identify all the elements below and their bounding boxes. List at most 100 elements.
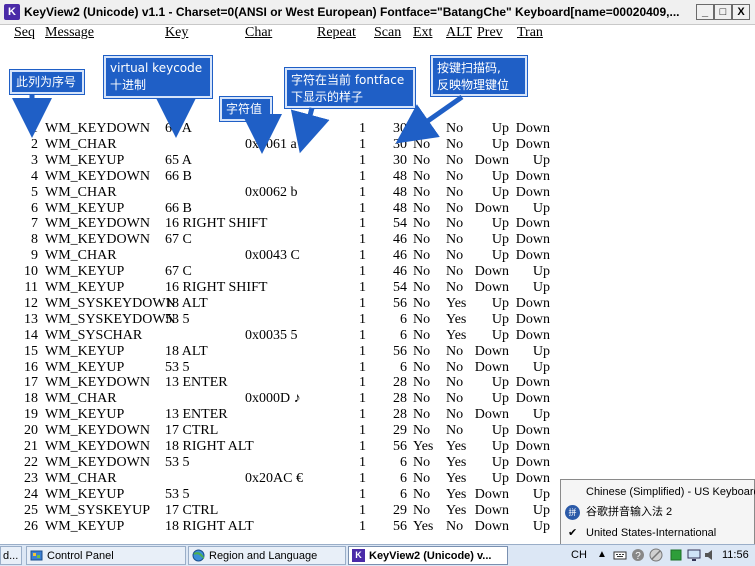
log-cell-tran: Up [532,343,550,359]
log-cell-msg: WM_KEYUP [45,343,125,359]
clock[interactable]: 11:56 [722,548,749,562]
log-row: 2 WM_CHAR 0x0061 a 1 30 No No Up Down [0,137,755,153]
log-cell-alt: No [446,264,464,280]
taskbar-button-control-panel[interactable]: Control Panel [26,546,186,565]
taskbar-button-keyview2[interactable]: K KeyView2 (Unicode) v... [348,546,508,565]
log-cell-seq: 23 [24,470,38,486]
log-cell-rep: 1 [359,136,366,152]
volume-icon[interactable] [703,548,717,562]
log-cell-alt: No [446,136,464,152]
log-cell-ext: No [413,327,431,343]
log-cell-tran: Up [532,200,550,216]
log-cell-msg: WM_KEYUP [45,359,125,375]
log-cell-seq: 10 [24,264,38,280]
log-cell-alt: Yes [446,502,467,518]
log-cell-ext: No [413,359,431,375]
log-cell-ext: No [413,295,431,311]
status-green-icon[interactable] [669,548,683,562]
log-row: 6 WM_KEYUP 66 B 1 48 No No Down Up [0,201,755,217]
log-cell-char: 0x0062 b [245,184,298,200]
language-indicator[interactable]: CH [571,548,587,562]
log-cell-alt: Yes [446,486,467,502]
taskbar-button-partial[interactable]: d... [0,546,22,565]
log-cell-tran: Down [515,136,550,152]
log-cell-alt: No [446,200,464,216]
log-cell-scan: 6 [400,486,407,502]
log-cell-prev: Down [474,280,509,295]
log-cell-scan: 28 [393,391,407,407]
log-cell-tran: Up [532,518,550,534]
help-icon[interactable]: ? [631,548,645,562]
log-cell-msg: WM_CHAR [45,248,117,264]
app-icon[interactable]: K [4,4,20,20]
minimize-button[interactable]: _ [696,4,714,20]
log-cell-rep: 1 [359,121,366,136]
log-cell-scan: 46 [393,264,407,280]
display-icon[interactable] [687,548,701,562]
log-cell-tran: Down [515,423,550,439]
log-cell-rep: 1 [359,232,366,248]
log-row: 21 WM_KEYDOWN 18 RIGHT ALT 1 56 Yes Yes Up Down [0,439,755,455]
log-cell-rep: 1 [359,486,366,502]
log-cell-char: 0x000D ♪ [245,391,301,407]
log-cell-alt: No [446,280,464,295]
log-cell-prev: Up [491,216,509,232]
globe-icon [192,549,205,562]
log-cell-prev: Down [474,486,509,502]
log-cell-rep: 1 [359,407,366,423]
log-cell-key: 65 A [165,121,192,136]
log-cell-alt: Yes [446,454,467,470]
log-cell-prev: Down [474,200,509,216]
log-cell-seq: 25 [24,502,38,518]
taskbar-button-region-language[interactable]: Region and Language [188,546,346,565]
log-cell-rep: 1 [359,184,366,200]
log-cell-rep: 1 [359,359,366,375]
log-cell-seq: 22 [24,454,38,470]
log-cell-prev: Up [491,248,509,264]
keyview-icon: K [352,549,365,562]
log-cell-msg: WM_KEYUP [45,264,125,280]
log-cell-rep: 1 [359,200,366,216]
log-cell-scan: 54 [393,216,407,232]
log-cell-tran: Down [515,439,550,454]
keyboard-icon[interactable] [613,548,627,562]
title-bar[interactable]: K KeyView2 (Unicode) v1.1 - Charset=0(AN… [0,0,755,25]
annotation-vk-line2: 十进制 [110,78,147,92]
log-cell-msg: WM_KEYDOWN [45,439,150,454]
log-cell-seq: 11 [24,280,38,295]
language-item-google-pinyin[interactable]: 拼 谷歌拼音输入法 2 [561,503,754,522]
log-cell-ext: Yes [413,439,434,454]
log-cell-seq: 12 [24,295,38,311]
log-cell-prev: Up [491,295,509,311]
log-cell-key: 66 B [165,168,192,184]
log-cell-ext: No [413,200,431,216]
log-cell-scan: 6 [400,454,407,470]
log-cell-scan: 30 [393,152,407,168]
log-cell-prev: Down [474,407,509,423]
language-item-chinese-us-keyboard[interactable]: Chinese (Simplified) - US Keyboard [561,483,755,502]
log-cell-seq: 4 [31,168,38,184]
log-row: 5 WM_CHAR 0x0062 b 1 48 No No Up Down [0,185,755,201]
tray-up-arrow-icon[interactable]: ▲ [597,548,611,562]
log-cell-scan: 6 [400,470,407,486]
log-cell-tran: Down [515,232,550,248]
annotation-scan-line1: 按键扫描码, [437,61,501,75]
close-button[interactable]: X [732,4,750,20]
column-header-key: Key [165,25,189,40]
language-bar-menu[interactable]: Chinese (Simplified) - US Keyboard 拼 谷歌拼… [560,479,755,545]
log-cell-tran: Up [532,486,550,502]
log-row: 1 WM_KEYDOWN 65 A 1 30 No No Up Down [0,121,755,137]
log-row: 13 WM_SYSKEYDOWN 53 5 1 6 No Yes Up Down [0,312,755,328]
log-cell-scan: 6 [400,311,407,327]
network-icon[interactable] [649,548,663,562]
language-item-us-international[interactable]: ✔ United States-International [561,524,754,543]
log-cell-key: 66 B [165,200,192,216]
log-cell-alt: No [446,232,464,248]
log-cell-msg: WM_SYSCHAR [45,327,143,343]
log-cell-prev: Up [491,136,509,152]
log-cell-seq: 7 [31,216,38,232]
annotation-scan-line2: 反映物理键位 [437,78,510,92]
log-cell-msg: WM_KEYDOWN [45,216,150,232]
maximize-button[interactable]: □ [714,4,732,20]
log-cell-tran: Up [532,407,550,423]
